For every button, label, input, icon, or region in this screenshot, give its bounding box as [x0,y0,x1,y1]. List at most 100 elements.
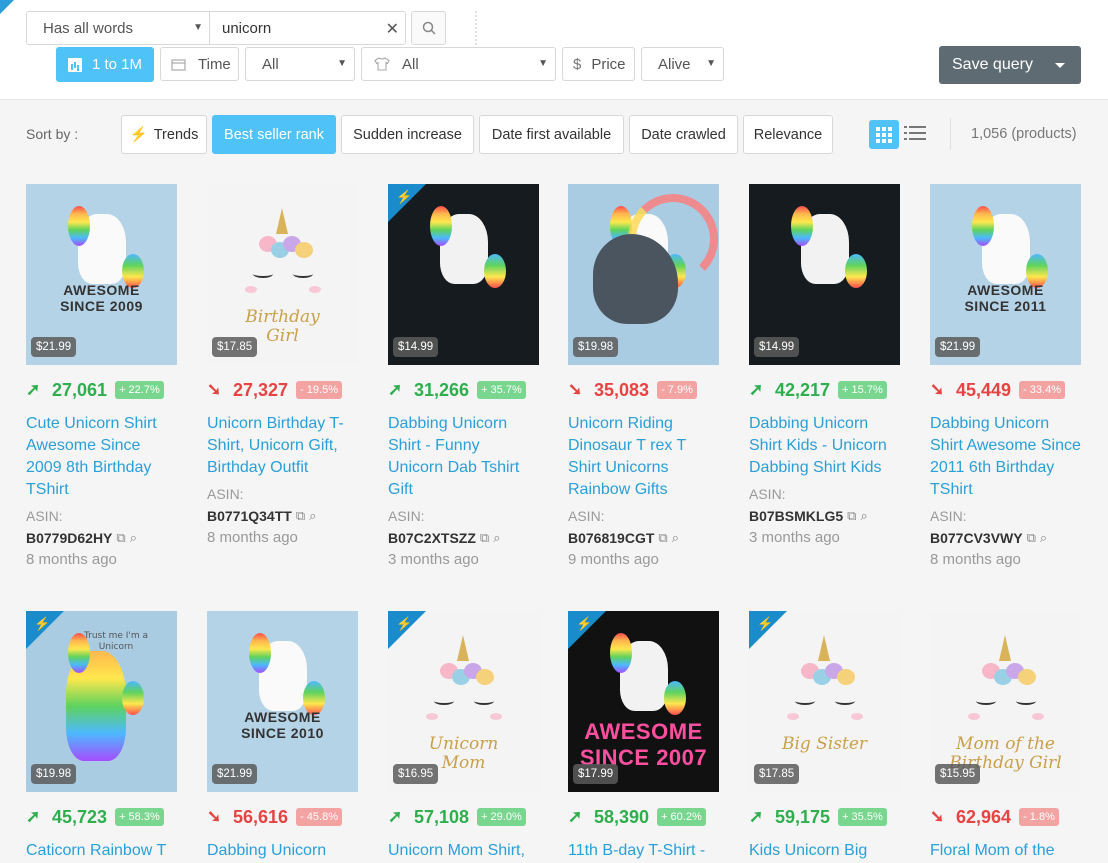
product-thumbnail[interactable]: $14.99 [749,184,900,365]
cheek [968,713,980,720]
caret-down-icon: ▼ [337,58,347,69]
product-thumbnail[interactable]: Birthday Girl $17.85 [207,184,358,365]
rainbow-mane [430,206,452,246]
product-thumbnail[interactable]: $19.98 [568,184,719,365]
product-title-link[interactable]: Floral Mom of the [930,840,1081,862]
product-thumbnail[interactable]: AWESOME SINCE 2010 $21.99 [207,611,358,792]
asin-row: B07BSMKLG5 ⧉ ⌕ [749,505,900,527]
cheek [309,286,321,293]
search-icon[interactable]: ⌕ [309,505,316,527]
sort-best-seller-rank-button[interactable]: Best seller rank [212,115,336,154]
product-thumbnail[interactable]: Trust me I'm a Unicorn ⚡ $19.98 [26,611,177,792]
rank-number: 62,964 [956,806,1012,827]
search-button[interactable] [411,11,446,45]
product-card[interactable]: $14.99 ➚ 42,217 + 15.7% Dabbing Unicorn Shir… [749,184,900,549]
rank-number: 31,266 [414,379,470,400]
rank-row: ➘ 45,449 - 33.4% [930,378,1081,402]
product-thumbnail[interactable]: Big Sister ⚡ $17.85 [749,611,900,792]
rank-row: ➘ 56,616 - 45.8% [207,805,358,829]
asin-row: B0779D62HY ⧉ ⌕ [26,527,177,549]
product-title-link[interactable]: Kids Unicorn Big [749,840,900,862]
rank-number: 45,723 [52,806,108,827]
product-card[interactable]: Trust me I'm a Unicorn ⚡ $19.98 ➚ 45,723 + 58… [26,611,177,862]
product-title-link[interactable]: Caticorn Rainbow T [26,840,177,862]
sort-relevance-button[interactable]: Relevance [743,115,833,154]
search-icon[interactable]: ⌕ [672,527,679,549]
trend-down-icon: ➘ [930,380,945,399]
search-input[interactable]: unicorn ✕ [209,11,406,45]
product-title-link[interactable]: Cute Unicorn Shirt Awesome Since 2009 8t… [26,413,177,501]
lightning-icon: ⚡ [396,189,413,204]
external-link-icon[interactable]: ⧉ [1027,527,1036,549]
search-icon[interactable]: ⌕ [860,505,867,527]
product-card[interactable]: Unicorn Mom ⚡ $16.95 ➚ 57,108 + 29.0% Unicorn M… [388,611,539,862]
match-mode-select[interactable]: Has all words ▼ [26,11,210,45]
rank-change-badge: - 33.4% [1019,381,1065,399]
product-title-link[interactable]: Dabbing Unicorn Shirt Awesome Since 2011… [930,413,1081,501]
crawled-ago: 3 months ago [388,551,479,568]
rank-range-button[interactable]: 1 to 1M [56,47,154,82]
status-select[interactable]: Alive ▼ [641,47,724,81]
product-card[interactable]: $19.98 ➘ 35,083 - 7.9% Unicorn Riding Dinosa… [568,184,719,571]
time-filter[interactable]: Time [160,47,239,81]
rank-row: ➚ 45,723 + 58.3% [26,805,177,829]
product-card[interactable]: ⚡ $14.99 ➚ 31,266 + 35.7% Dabbing Unicorn Shi… [388,184,539,571]
list-view-icon[interactable] [904,126,926,142]
product-title-link[interactable]: Unicorn Riding Dinosaur T rex T Shirt Un… [568,413,719,501]
external-link-icon[interactable]: ⧉ [116,527,125,549]
sort-sudden-increase-button[interactable]: Sudden increase [341,115,474,154]
product-type-select[interactable]: All ▼ [361,47,556,81]
product-title-link[interactable]: Unicorn Mom Shirt, [388,840,539,862]
sort-date-crawled-button[interactable]: Date crawled [629,115,738,154]
product-thumbnail[interactable]: AWESOME SINCE 2007 ⚡ $17.99 [568,611,719,792]
save-query-button[interactable]: Save query [939,46,1081,84]
product-card[interactable]: Birthday Girl $17.85 ➘ 27,327 - 19.5% Unicorn … [207,184,358,549]
external-link-icon[interactable]: ⧉ [658,527,667,549]
product-title-link[interactable]: 11th B-day T-Shirt - [568,840,719,862]
rainbow-mane [610,633,632,673]
status-value: Alive [658,55,691,73]
product-thumbnail[interactable]: AWESOME SINCE 2011 $21.99 [930,184,1081,365]
rainbow-tail [484,254,506,288]
search-icon[interactable]: ⌕ [1040,527,1047,549]
product-thumbnail[interactable]: ⚡ $14.99 [388,184,539,365]
asin-label: ASIN: [26,508,63,524]
product-title-link[interactable]: Unicorn Birthday T-Shirt, Unicorn Gift, … [207,413,358,479]
clear-icon[interactable]: ✕ [386,19,399,39]
crawled-ago: 8 months ago [26,551,117,568]
external-link-icon[interactable]: ⧉ [847,505,856,527]
search-icon[interactable]: ⌕ [130,527,137,549]
grid-view-icon[interactable] [869,120,899,149]
product-card[interactable]: AWESOME SINCE 2011 $21.99 ➘ 45,449 - 33.4% Dab… [930,184,1081,571]
sort-date-first-available-button[interactable]: Date first available [479,115,624,154]
product-card[interactable]: Big Sister ⚡ $17.85 ➚ 59,175 + 35.5% Kids Unic… [749,611,900,862]
corner-accent [0,0,14,14]
external-link-icon[interactable]: ⧉ [480,527,489,549]
lightning-icon: ⚡ [757,616,774,631]
unicorn-horn [818,635,830,661]
product-title-link[interactable]: Dabbing Unicorn [207,840,358,862]
product-card[interactable]: AWESOME SINCE 2009 $21.99 ➚ 27,061 + 22.7% Cut… [26,184,177,571]
product-thumbnail[interactable]: AWESOME SINCE 2009 $21.99 [26,184,177,365]
product-card[interactable]: Mom of the Birthday Girl $15.95 ➘ 62,964 - 1.… [930,611,1081,862]
product-title-link[interactable]: Dabbing Unicorn Shirt Kids - Unicorn Dab… [749,413,900,479]
product-title-link[interactable]: Dabbing Unicorn Shirt - Funny Unicorn Da… [388,413,539,501]
search-icon[interactable]: ⌕ [493,527,500,549]
asin-value: B07BSMKLG5 [749,508,844,524]
product-thumbnail[interactable]: Mom of the Birthday Girl $15.95 [930,611,1081,792]
product-card[interactable]: AWESOME SINCE 2010 $21.99 ➘ 56,616 - 45.8% Dab… [207,611,358,862]
category-select[interactable]: All ▼ [245,47,355,81]
calendar-icon [171,58,186,71]
product-card[interactable]: AWESOME SINCE 2007 ⚡ $17.99 ➚ 58,390 + 60.2% 11… [568,611,719,862]
external-link-icon[interactable]: ⧉ [296,505,305,527]
sort-trends-label: Trends [153,126,199,143]
product-thumbnail[interactable]: Unicorn Mom ⚡ $16.95 [388,611,539,792]
trend-up-icon: ➚ [388,380,403,399]
price-badge: $15.95 [935,764,981,784]
price-filter[interactable]: $ Price [562,47,635,81]
sort-trends-button[interactable]: ⚡ Trends [121,115,207,154]
caret-down-icon[interactable] [1055,63,1065,68]
rank-change-badge: + 35.5% [838,808,887,826]
cheek [787,713,799,720]
rank-row: ➘ 35,083 - 7.9% [568,378,719,402]
